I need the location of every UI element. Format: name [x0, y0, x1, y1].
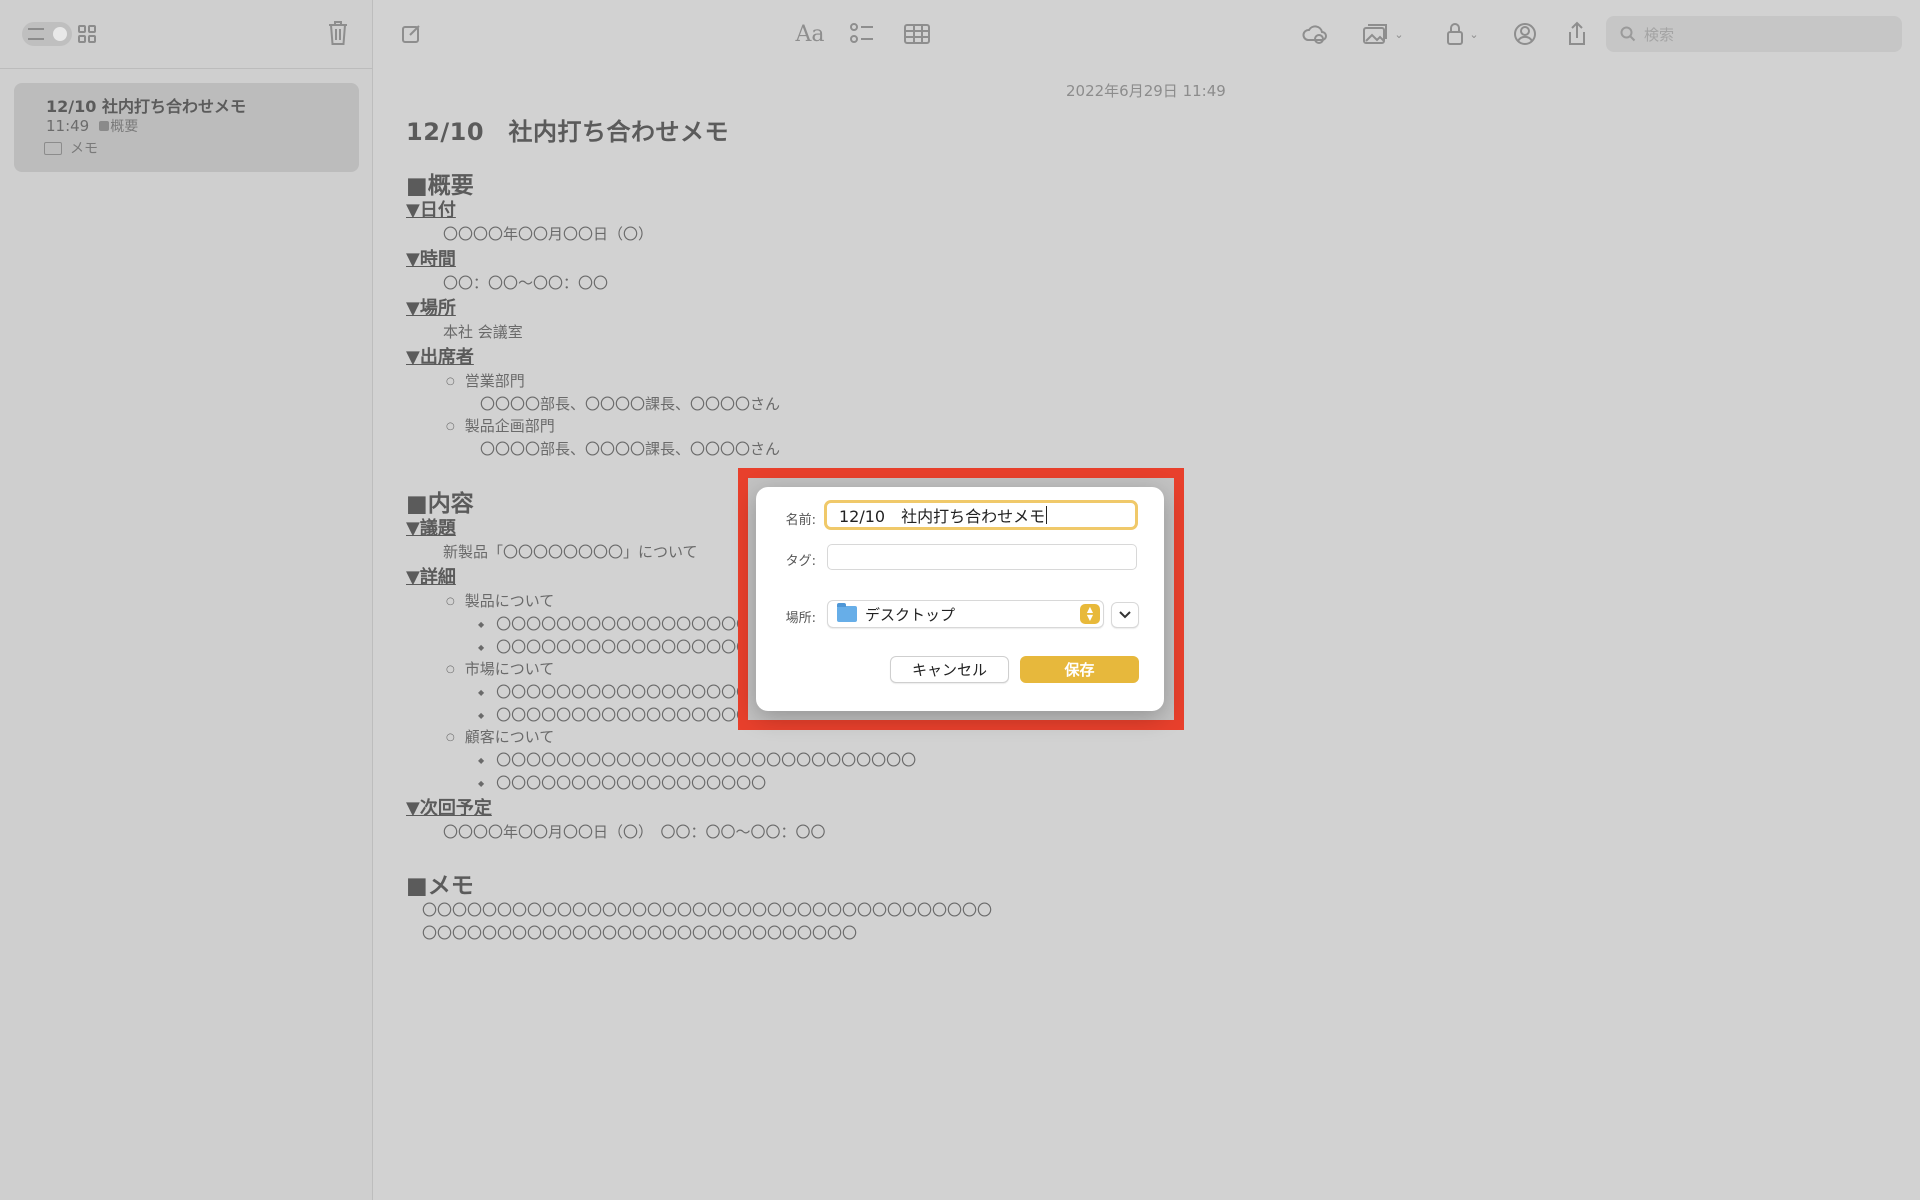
note-list-item-meta: 11:49 概要: [46, 115, 359, 137]
list-item-text: 〇〇〇〇部長、〇〇〇〇課長、〇〇〇〇さん: [480, 395, 781, 413]
chevron-down-icon: [1119, 611, 1131, 619]
sidebar: 12/10 社内打ち合わせメモ 11:49 概要 メモ: [0, 0, 373, 1200]
section-memo: ■メモ: [406, 873, 474, 899]
heading-attendees: ▼出席者: [406, 347, 474, 368]
name-value: 12/10 社内打ち合わせメモ: [839, 507, 1046, 526]
search-field[interactable]: 検索: [1606, 16, 1902, 52]
name-label: 名前:: [785, 513, 816, 528]
text-place: 本社 会議室: [443, 323, 523, 341]
chevron-down-icon: ⌄: [1394, 27, 1404, 41]
location-select[interactable]: デスクトップ ▲ ▼: [827, 600, 1104, 628]
heading-details: ▼詳細: [406, 567, 456, 588]
list-item: 製品について: [446, 590, 555, 611]
share-icon[interactable]: [1564, 20, 1590, 48]
note-list-item-folder: メモ: [44, 137, 359, 159]
expand-dialog-button[interactable]: [1111, 602, 1139, 628]
save-dialog: 名前: 12/10 社内打ち合わせメモ タグ: 場所: デスクトップ ▲ ▼ キャ…: [756, 487, 1164, 711]
text-date: 〇〇〇〇年〇〇月〇〇日（〇）: [443, 225, 654, 243]
save-button[interactable]: 保存: [1020, 656, 1139, 683]
photo-icon: [1363, 24, 1388, 44]
heading-place: ▼場所: [406, 298, 456, 319]
chevron-down-icon: ⌄: [1469, 27, 1479, 41]
lock-menu[interactable]: ⌄: [1440, 20, 1484, 48]
list-item: 顧客について: [446, 726, 555, 747]
text-memo-2: 〇〇〇〇〇〇〇〇〇〇〇〇〇〇〇〇〇〇〇〇〇〇〇〇〇〇〇〇〇: [422, 924, 858, 942]
search-placeholder: 検索: [1644, 25, 1675, 44]
heading-date: ▼日付: [406, 200, 456, 221]
location-value: デスクトップ: [865, 605, 956, 624]
list-item: 市場について: [446, 658, 555, 679]
heading-next: ▼次回予定: [406, 798, 492, 819]
tags-field[interactable]: [827, 544, 1137, 570]
text-agenda: 新製品「〇〇〇〇〇〇〇〇」について: [443, 543, 698, 561]
section-content: ■内容: [406, 491, 474, 517]
table-icon[interactable]: [902, 20, 932, 48]
list-item: 〇〇〇〇〇〇〇〇〇〇〇〇〇〇〇〇〇〇: [478, 772, 766, 793]
text-time: 〇〇：〇〇〜〇〇：〇〇: [443, 274, 609, 292]
section-overview: ■概要: [406, 173, 474, 199]
list-item: 〇〇〇〇〇〇〇〇〇〇〇〇〇〇〇〇〇〇〇〇〇〇〇〇〇〇〇〇: [478, 749, 916, 770]
compose-icon[interactable]: [400, 20, 424, 48]
collaborate-icon[interactable]: [1300, 20, 1330, 48]
checklist-icon[interactable]: [848, 20, 876, 48]
note-list-item-time: 11:49: [46, 117, 90, 135]
note-date: 2022年6月29日 11:49: [1066, 82, 1226, 100]
gallery-view-icon[interactable]: [78, 25, 96, 43]
tag-square-icon: [99, 121, 110, 131]
sidebar-toolbar: [0, 0, 373, 69]
heading-agenda: ▼議題: [406, 518, 456, 539]
text-caret: [1046, 506, 1048, 524]
folder-icon: [44, 141, 62, 155]
trash-icon[interactable]: [327, 20, 349, 46]
list-item: 営業部門: [446, 370, 525, 391]
note-title: 12/10 社内打ち合わせメモ: [406, 118, 730, 146]
share-people-icon[interactable]: [1510, 20, 1540, 48]
location-label: 場所:: [785, 611, 816, 626]
name-field[interactable]: 12/10 社内打ち合わせメモ: [824, 500, 1138, 530]
text-next: 〇〇〇〇年〇〇月〇〇日（〇） 〇〇：〇〇〜〇〇：〇〇: [443, 823, 826, 841]
note-list-item[interactable]: 12/10 社内打ち合わせメモ 11:49 概要 メモ: [14, 83, 359, 172]
note-list-item-title: 12/10 社内打ち合わせメモ: [46, 97, 246, 116]
list-item: 製品企画部門: [446, 415, 555, 436]
heading-time: ▼時間: [406, 249, 456, 270]
lock-icon: [1447, 23, 1464, 45]
sidebar-toggle-icon[interactable]: [22, 22, 72, 46]
up-down-chevron-icon: ▲ ▼: [1080, 604, 1100, 624]
desktop-folder-icon: [837, 603, 857, 622]
text-memo-1: 〇〇〇〇〇〇〇〇〇〇〇〇〇〇〇〇〇〇〇〇〇〇〇〇〇〇〇〇〇〇〇〇〇〇〇〇〇〇: [422, 901, 993, 919]
media-menu[interactable]: ⌄: [1358, 20, 1408, 48]
format-button[interactable]: Aa: [792, 20, 828, 48]
list-item-text: 〇〇〇〇部長、〇〇〇〇課長、〇〇〇〇さん: [480, 440, 781, 458]
search-icon: [1620, 26, 1636, 42]
note-list-item-tag: 概要: [99, 116, 138, 136]
tags-label: タグ:: [785, 554, 816, 569]
cancel-button[interactable]: キャンセル: [890, 656, 1009, 683]
